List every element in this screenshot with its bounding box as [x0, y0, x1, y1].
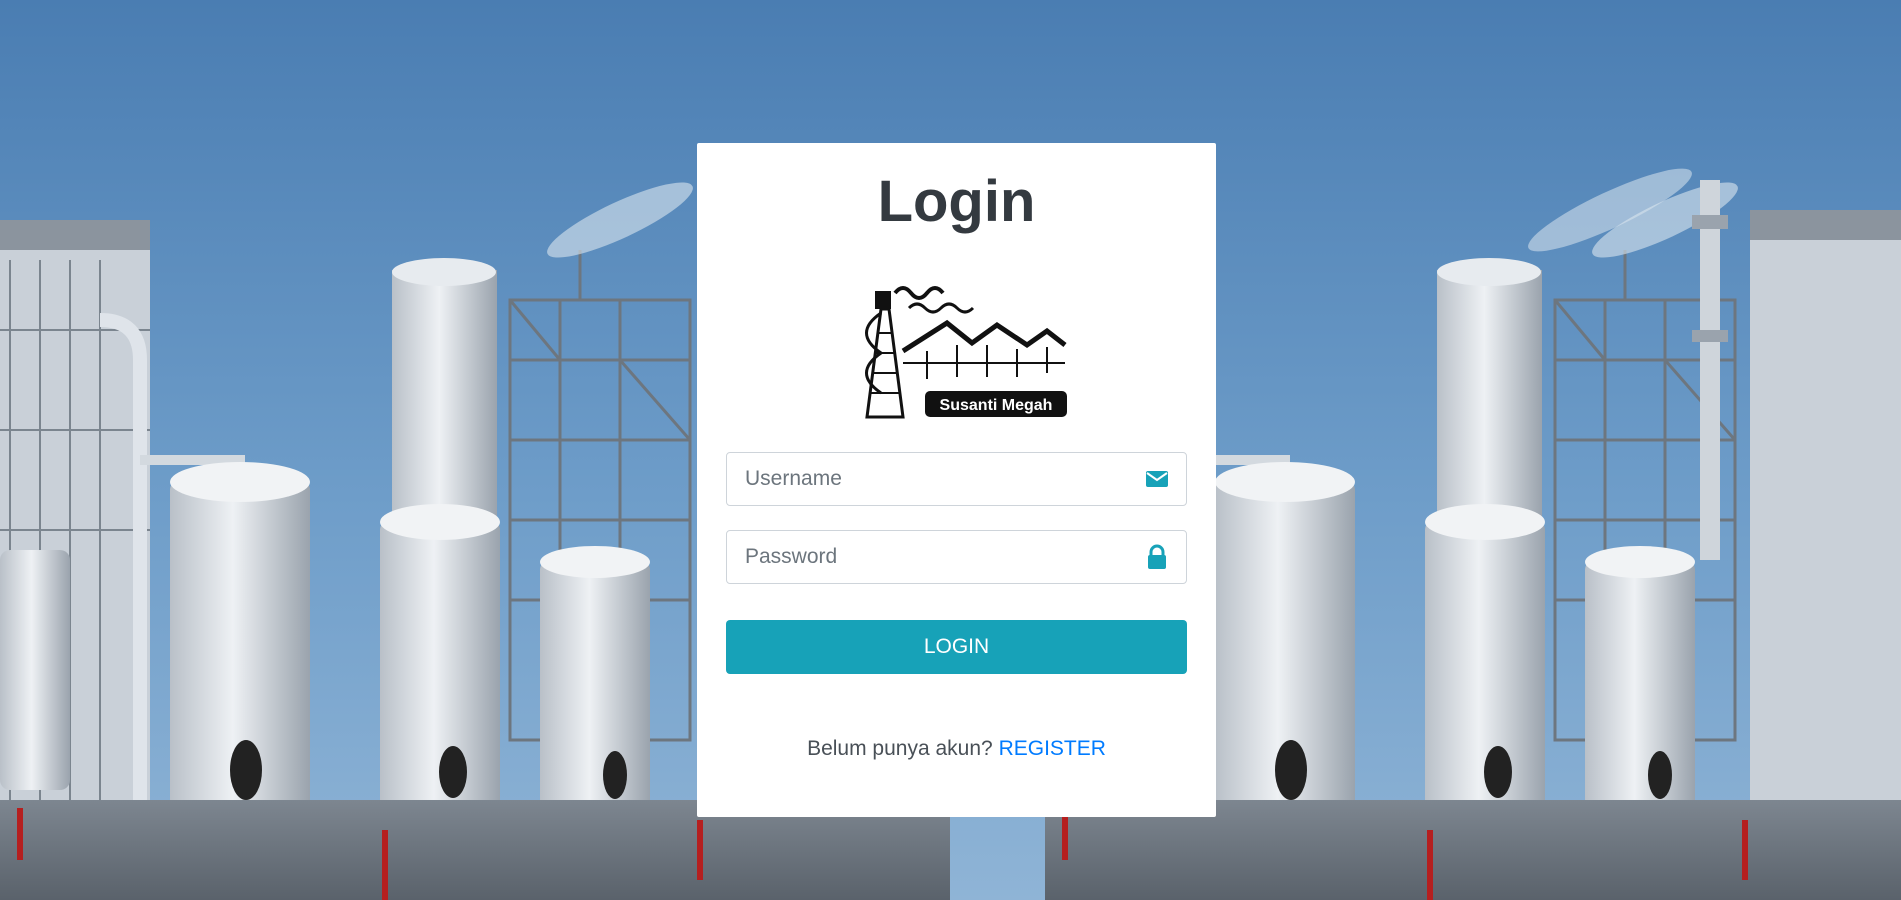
page-title: Login: [877, 169, 1036, 234]
logo-text: Susanti Megah: [940, 397, 1053, 414]
envelope-icon: [1144, 466, 1170, 492]
password-field-wrapper: [726, 530, 1187, 584]
login-button[interactable]: LOGIN: [726, 620, 1187, 674]
register-prompt-line: Belum punya akun? REGISTER: [697, 737, 1216, 761]
password-input[interactable]: [727, 531, 1127, 583]
company-logo: Susanti Megah: [847, 273, 1069, 419]
username-field-wrapper: [726, 452, 1187, 506]
login-card: Login Susanti Megah Username LOGIN Belum…: [697, 143, 1216, 817]
register-link[interactable]: REGISTER: [999, 737, 1106, 760]
lock-icon: [1144, 544, 1170, 570]
register-prompt: Belum punya akun?: [807, 737, 993, 760]
username-input[interactable]: [727, 453, 1127, 505]
